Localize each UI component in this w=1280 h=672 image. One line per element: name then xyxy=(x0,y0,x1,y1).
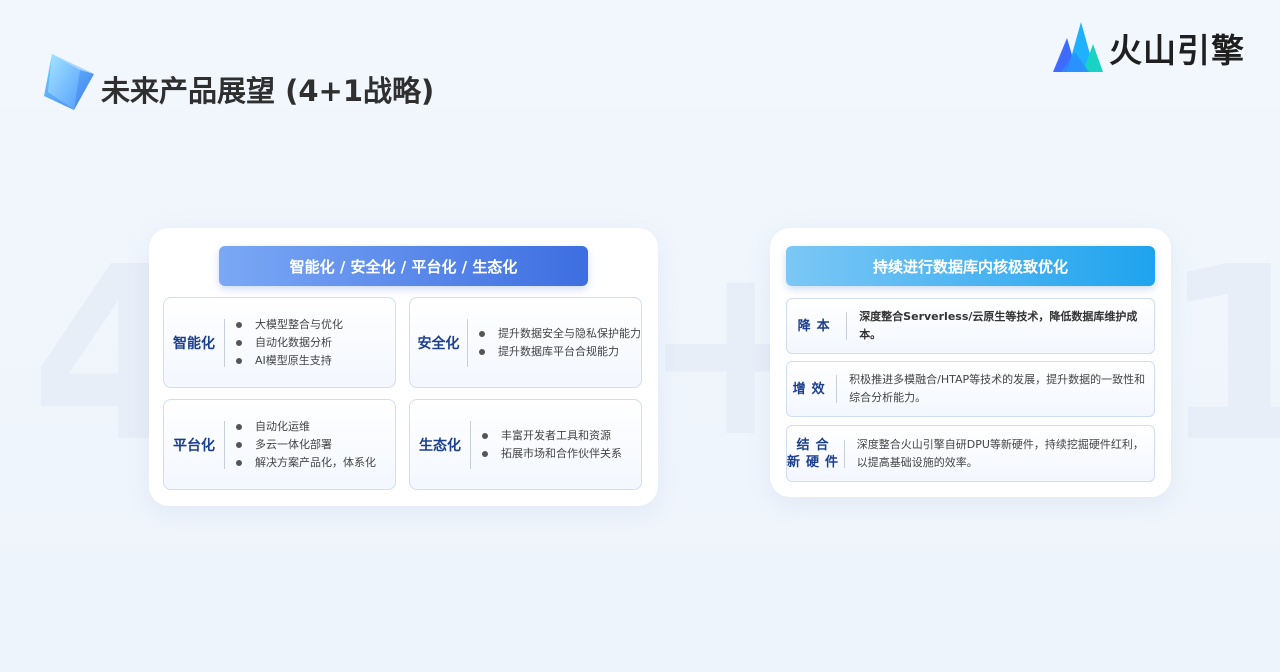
strategy-1-panel: 持续进行数据库内核极致优化 降本 深度整合Serverless/云原生等技术，降… xyxy=(770,228,1171,497)
row-new-hardware: 结合 新硬件 深度整合火山引擎自研DPU等新硬件，持续挖掘硬件红利，以提高基础设… xyxy=(786,425,1155,482)
list-item: 自动化运维 xyxy=(235,418,376,436)
right-panel-header: 持续进行数据库内核极致优化 xyxy=(786,246,1155,286)
volcengine-logo: 火山引擎 xyxy=(1053,22,1245,74)
list-item: 解决方案产品化，体系化 xyxy=(235,454,376,472)
row-cost-reduction: 降本 深度整合Serverless/云原生等技术，降低数据库维护成本。 xyxy=(786,298,1155,354)
strategy-4-panel: 智能化 / 安全化 / 平台化 / 生态化 智能化 大模型整合与优化 自动化数据… xyxy=(149,228,658,506)
row-label: 结合 新硬件 xyxy=(787,437,844,471)
card-label: 平台化 xyxy=(173,437,215,454)
list-item: 多云一体化部署 xyxy=(235,436,376,454)
row-text: 积极推进多模融合/HTAP等技术的发展，提升数据的一致性和综合分析能力。 xyxy=(849,373,1146,404)
card-intelligent: 智能化 大模型整合与优化 自动化数据分析 AI模型原生支持 xyxy=(163,297,396,388)
list-item: 提升数据安全与隐私保护能力 xyxy=(478,325,641,343)
card-label: 智能化 xyxy=(173,335,215,352)
row-label: 增效 xyxy=(792,381,831,397)
card-label: 生态化 xyxy=(419,437,461,454)
list-item: 拓展市场和合作伙伴关系 xyxy=(481,445,622,463)
row-efficiency: 增效 积极推进多模融合/HTAP等技术的发展，提升数据的一致性和综合分析能力。 xyxy=(786,361,1155,417)
row-text: 深度整合Serverless/云原生等技术，降低数据库维护成本。 xyxy=(859,310,1138,341)
row-label: 降本 xyxy=(797,318,836,334)
volcano-logo-icon xyxy=(1053,22,1103,72)
card-ecosystem: 生态化 丰富开发者工具和资源 拓展市场和合作伙伴关系 xyxy=(409,399,642,490)
left-panel-header: 智能化 / 安全化 / 平台化 / 生态化 xyxy=(219,246,588,286)
background-digit-1: 1 xyxy=(1160,215,1280,495)
card-security: 安全化 提升数据安全与隐私保护能力 提升数据库平台合规能力 xyxy=(409,297,642,388)
card-list: 大模型整合与优化 自动化数据分析 AI模型原生支持 xyxy=(225,316,343,370)
card-platform: 平台化 自动化运维 多云一体化部署 解决方案产品化，体系化 xyxy=(163,399,396,490)
card-list: 丰富开发者工具和资源 拓展市场和合作伙伴关系 xyxy=(471,427,622,463)
crystal-icon xyxy=(44,54,94,110)
row-label-line: 新硬件 xyxy=(787,454,845,470)
row-label-line: 结合 xyxy=(796,437,835,453)
list-item: 提升数据库平台合规能力 xyxy=(478,343,641,361)
card-label: 安全化 xyxy=(417,335,460,352)
list-item: 自动化数据分析 xyxy=(235,334,343,352)
card-list: 提升数据安全与隐私保护能力 提升数据库平台合规能力 xyxy=(468,325,641,361)
list-item: 大模型整合与优化 xyxy=(235,316,343,334)
logo-text: 火山引擎 xyxy=(1109,31,1245,70)
list-item: AI模型原生支持 xyxy=(235,352,343,370)
list-item: 丰富开发者工具和资源 xyxy=(481,427,622,445)
page-title: 未来产品展望 (4+1战略) xyxy=(101,74,435,108)
row-text: 深度整合火山引擎自研DPU等新硬件，持续挖掘硬件红利，以提高基础设施的效率。 xyxy=(856,437,1144,469)
card-list: 自动化运维 多云一体化部署 解决方案产品化，体系化 xyxy=(225,418,376,472)
